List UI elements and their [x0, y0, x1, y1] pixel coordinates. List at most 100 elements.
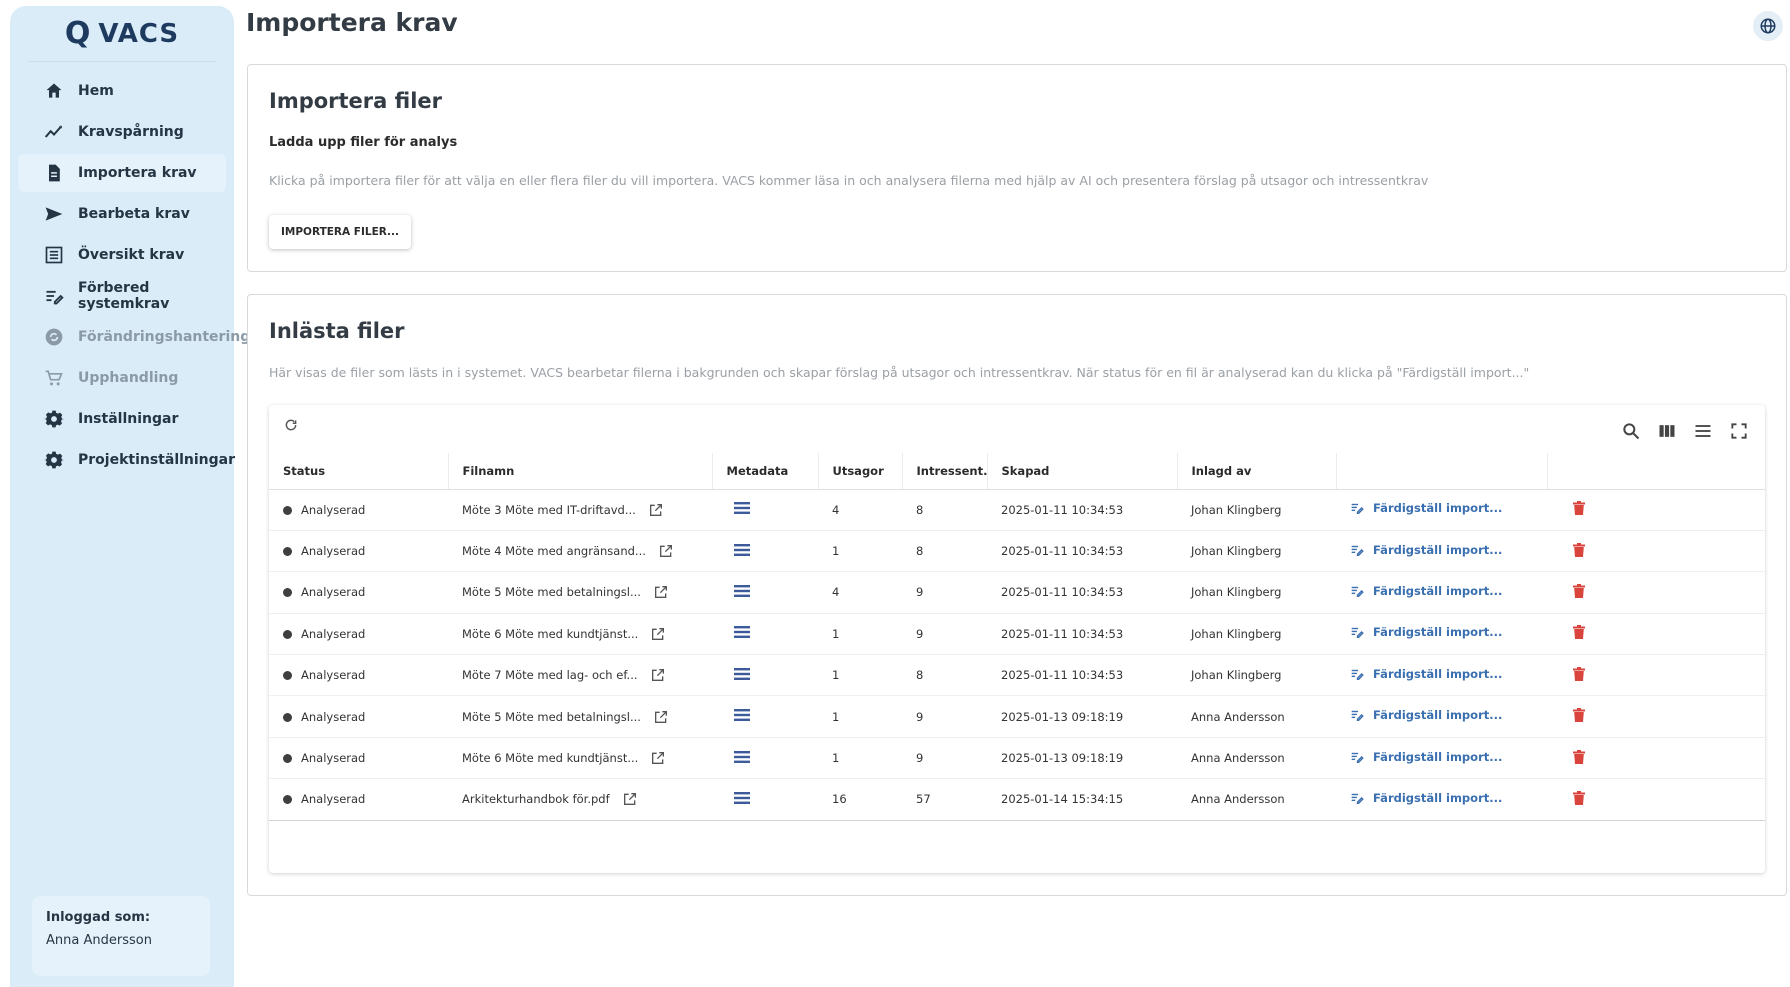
- sidebar-item-projektinställningar[interactable]: Projektinställningar: [18, 441, 235, 479]
- sidebar-item-label: Bearbeta krav: [78, 206, 190, 222]
- open-external-icon[interactable]: [650, 667, 666, 683]
- search-icon[interactable]: [1619, 419, 1643, 443]
- column-header[interactable]: Utsagor: [818, 453, 903, 490]
- metadata-menu-icon[interactable]: [734, 625, 750, 642]
- sidebar-item-kravspårning[interactable]: Kravspårning: [18, 113, 226, 151]
- metadata-menu-icon[interactable]: [734, 584, 750, 601]
- trash-icon[interactable]: [1573, 666, 1585, 681]
- delete-cell: [1547, 489, 1765, 531]
- metadata-menu-icon[interactable]: [734, 791, 750, 808]
- sidebar-item-upphandling[interactable]: Upphandling: [18, 359, 226, 397]
- metadata-menu-icon[interactable]: [734, 750, 750, 767]
- filename-cell: Möte 5 Möte med betalningsl...: [448, 571, 712, 614]
- trash-icon[interactable]: [1573, 749, 1585, 764]
- trash-icon[interactable]: [1573, 625, 1585, 640]
- column-header[interactable]: Filnamn: [448, 453, 713, 490]
- table-header-row: StatusFilnamnMetadataUtsagorIntressent..…: [269, 453, 1765, 490]
- sidebar-item-bearbeta-krav[interactable]: Bearbeta krav: [18, 195, 226, 233]
- sidebar-item-label: Inställningar: [78, 411, 179, 427]
- trash-icon[interactable]: [1573, 501, 1585, 516]
- delete-cell: [1547, 571, 1765, 614]
- column-header[interactable]: Intressent...: [902, 453, 988, 490]
- sidebar-item-förändringshantering[interactable]: Förändringshantering: [18, 318, 250, 356]
- table-body: Analyserad Möte 3 Möte med IT-driftavd...…: [269, 489, 1765, 821]
- open-external-icon[interactable]: [650, 750, 666, 766]
- language-globe-icon[interactable]: [1753, 11, 1783, 41]
- finish-import-link[interactable]: Färdigställ import...: [1350, 501, 1502, 515]
- finish-import-link[interactable]: Färdigställ import...: [1350, 543, 1502, 557]
- metadata-menu-icon[interactable]: [734, 501, 750, 518]
- trash-icon[interactable]: [1573, 790, 1585, 805]
- table-row: Analyserad Möte 6 Möte med kundtjänst... 1…: [269, 737, 1765, 780]
- sidebar-item-label: Översikt krav: [78, 247, 185, 263]
- trash-icon[interactable]: [1573, 708, 1585, 723]
- column-header[interactable]: Skapad: [987, 453, 1178, 490]
- trash-icon[interactable]: [1573, 542, 1585, 557]
- open-external-icon[interactable]: [653, 709, 669, 725]
- filename-cell: Möte 5 Möte med betalningsl...: [448, 695, 712, 738]
- files-table-panel: StatusFilnamnMetadataUtsagorIntressent..…: [269, 405, 1765, 873]
- status-dot-icon: [283, 588, 292, 598]
- finish-import-link[interactable]: Färdigställ import...: [1350, 750, 1502, 764]
- delete-cell: [1547, 778, 1765, 821]
- sidebar-item-inställningar[interactable]: Inställningar: [18, 400, 226, 438]
- open-external-icon[interactable]: [622, 791, 638, 807]
- status-cell: Analyserad: [269, 654, 448, 697]
- login-info: Inloggad som: Anna Andersson: [32, 896, 210, 976]
- density-icon[interactable]: [1691, 419, 1715, 443]
- table-row: Analyserad Arkitekturhandbok för.pdf 16 57 2…: [269, 778, 1765, 821]
- open-external-icon[interactable]: [658, 543, 674, 559]
- finish-import-label: Färdigställ import...: [1373, 749, 1503, 764]
- sidebar-item-importera-krav[interactable]: Importera krav: [18, 154, 226, 192]
- open-external-icon[interactable]: [653, 584, 669, 600]
- delete-cell: [1547, 695, 1765, 738]
- files-card-description: Här visas de filer som lästs in i system…: [269, 365, 1530, 380]
- utsagor-cell: 4: [818, 489, 902, 531]
- filename-text: Möte 5 Möte med betalningsl...: [462, 585, 641, 600]
- column-header[interactable]: [1336, 453, 1548, 490]
- metadata-menu-icon[interactable]: [734, 667, 750, 684]
- finish-import-label: Färdigställ import...: [1373, 666, 1503, 681]
- finish-import-link[interactable]: Färdigställ import...: [1350, 667, 1502, 681]
- metadata-menu-icon[interactable]: [734, 543, 750, 560]
- skapad-cell: 2025-01-11 10:34:53: [987, 489, 1177, 531]
- finish-import-link[interactable]: Färdigställ import...: [1350, 708, 1502, 722]
- filename-text: Möte 5 Möte med betalningsl...: [462, 709, 641, 724]
- logo-mark: Q: [64, 16, 91, 51]
- status-dot-icon: [283, 754, 292, 764]
- column-header[interactable]: Inlagd av: [1177, 453, 1337, 490]
- metadata-menu-icon[interactable]: [734, 708, 750, 725]
- finish-import-label: Färdigställ import...: [1373, 501, 1503, 516]
- finish-import-link[interactable]: Färdigställ import...: [1350, 791, 1502, 805]
- fullscreen-icon[interactable]: [1727, 419, 1751, 443]
- finish-import-link[interactable]: Färdigställ import...: [1350, 584, 1502, 598]
- open-external-icon[interactable]: [648, 502, 664, 518]
- intressent-cell: 8: [902, 489, 987, 531]
- login-label: Inloggad som:: [46, 910, 151, 925]
- status-dot-icon: [283, 671, 292, 681]
- intressent-cell: 9: [902, 613, 987, 656]
- finish-import-link[interactable]: Färdigställ import...: [1350, 625, 1502, 639]
- columns-icon[interactable]: [1655, 419, 1679, 443]
- action-cell: Färdigställ import...: [1336, 695, 1547, 738]
- sidebar-item-översikt-krav[interactable]: Översikt krav: [18, 236, 226, 274]
- sidebar-item-hem[interactable]: Hem: [18, 72, 226, 110]
- filename-cell: Möte 3 Möte med IT-driftavd...: [448, 489, 712, 531]
- open-external-icon[interactable]: [650, 626, 666, 642]
- column-header[interactable]: Status: [269, 453, 449, 490]
- status-text: Analyserad: [301, 751, 366, 766]
- status-text: Analyserad: [301, 585, 366, 600]
- import-files-button[interactable]: IMPORTERA FILER...: [269, 215, 411, 249]
- filename-cell: Arkitekturhandbok för.pdf: [448, 778, 712, 821]
- app-logo: Q VACS: [28, 6, 216, 62]
- filename-text: Möte 6 Möte med kundtjänst...: [462, 751, 639, 766]
- action-cell: Färdigställ import...: [1336, 489, 1547, 531]
- finish-import-label: Färdigställ import...: [1373, 708, 1503, 723]
- status-cell: Analyserad: [269, 530, 448, 573]
- trash-icon[interactable]: [1573, 583, 1585, 598]
- sidebar-item-förbered-systemkrav[interactable]: Förbered systemkrav: [18, 277, 226, 315]
- column-header[interactable]: [1547, 453, 1765, 490]
- column-header[interactable]: Metadata: [712, 453, 819, 490]
- refresh-icon[interactable]: [281, 415, 301, 435]
- status-text: Analyserad: [301, 544, 366, 559]
